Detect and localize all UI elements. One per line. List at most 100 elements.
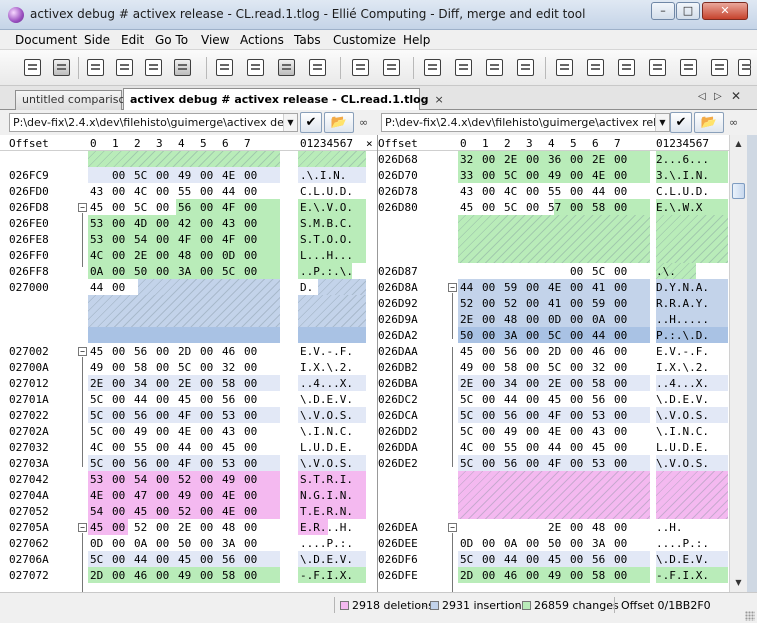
merge-right-icon[interactable]	[583, 55, 607, 79]
previous-difference-icon[interactable]	[348, 55, 372, 79]
hex-row[interactable]: 027000 44 00 D.	[0, 279, 377, 295]
hex-row[interactable]	[378, 231, 729, 247]
save-icon[interactable]	[212, 55, 236, 79]
hex-row[interactable]: 027042 53 00 54 00 52 00 49 00 S.T.R.I.	[0, 471, 377, 487]
report-icon[interactable]	[707, 55, 731, 79]
copy-block-right-icon[interactable]	[513, 55, 537, 79]
chevron-down-icon[interactable]: ▼	[655, 114, 669, 131]
scrollbar-thumb[interactable]	[732, 183, 745, 199]
copy-block-left-icon[interactable]	[482, 55, 506, 79]
tab-untitled-comparison[interactable]: untitled comparison	[15, 90, 132, 110]
hex-row[interactable]: 026D92 52 00 52 00 41 00 59 00 R.R.A.Y.	[378, 295, 729, 311]
hex-row[interactable]	[378, 215, 729, 231]
hex-row[interactable]: 026FE8 53 00 54 00 4F 00 4F 00 S.T.O.O.	[0, 231, 377, 247]
scroll-down-icon[interactable]: ▼	[731, 575, 746, 590]
resize-grip-icon[interactable]	[745, 611, 755, 621]
hex-row[interactable]: 026DBA 2E 00 34 00 2E 00 58 00 ..4...X.	[378, 375, 729, 391]
close-pane-icon[interactable]: ×	[366, 137, 373, 150]
tab-scroll-left-icon[interactable]: ◁	[698, 91, 706, 102]
menu-document[interactable]: Document	[15, 33, 77, 47]
hex-row[interactable]: 026DF6 5C 00 44 00 45 00 56 00 \.D.E.V.	[378, 551, 729, 567]
hex-row[interactable]: 02701A 5C 00 44 00 45 00 56 00 \.D.E.V.	[0, 391, 377, 407]
right-accept-icon[interactable]: ✔	[670, 112, 692, 133]
hex-row[interactable]: 026DA2 50 00 3A 00 5C 00 44 00 P.:.\.D.	[378, 327, 729, 343]
hex-row[interactable]: 026DD2 5C 00 49 00 4E 00 43 00 \.I.N.C.	[378, 423, 729, 439]
merge-left-icon[interactable]	[552, 55, 576, 79]
menu-help[interactable]: Help	[403, 33, 430, 47]
menu-customize[interactable]: Customize	[333, 33, 396, 47]
minimize-button[interactable]: –	[651, 2, 675, 20]
left-glasses-icon[interactable]: ∞	[359, 116, 368, 129]
left-accept-icon[interactable]: ✔	[300, 112, 322, 133]
hex-row[interactable]: 026FF8 0A 00 50 00 3A 00 5C 00 ..P.:.\.	[0, 263, 377, 279]
image-view-icon[interactable]	[112, 55, 136, 79]
hex-row[interactable]	[378, 247, 729, 263]
hex-row[interactable]: 027052 54 00 45 00 52 00 4E 00 T.E.R.N.	[0, 503, 377, 519]
hex-row[interactable]: 026DC2 5C 00 44 00 45 00 56 00 \.D.E.V.	[378, 391, 729, 407]
hex-row[interactable]	[0, 311, 377, 327]
hex-row[interactable]: 02702A 5C 00 49 00 4E 00 43 00 \.I.N.C.	[0, 423, 377, 439]
copy-right-icon[interactable]	[451, 55, 475, 79]
maximize-button[interactable]: □	[676, 2, 700, 20]
tab-activex-comparison[interactable]: activex debug # activex release - CL.rea…	[123, 88, 444, 111]
hex-row[interactable]: 026FE0 53 00 4D 00 42 00 43 00 S.M.B.C.	[0, 215, 377, 231]
hex-row[interactable]: 026D8A 44 00 59 00 4E 00 41 00 D.Y.N.A.	[378, 279, 729, 295]
merge-conflict-icon[interactable]	[645, 55, 669, 79]
hex-row[interactable]: 02706A 5C 00 44 00 45 00 56 00 \.D.E.V.	[0, 551, 377, 567]
left-open-folder-icon[interactable]: 📂	[324, 112, 354, 133]
tab-close-icon[interactable]: ×	[435, 93, 444, 106]
hex-row[interactable]: 026DCA 5C 00 56 00 4F 00 53 00 \.V.O.S.	[378, 407, 729, 423]
hex-row[interactable]: 02705A 45 00 52 00 2E 00 48 00 E.R...H.	[0, 519, 377, 535]
hex-row[interactable]: 026FD0 43 00 4C 00 55 00 44 00 C.L.U.D.	[0, 183, 377, 199]
merge-both-icon[interactable]	[614, 55, 638, 79]
hex-row[interactable]: 02700A 49 00 58 00 5C 00 32 00 I.X.\.2.	[0, 359, 377, 375]
hex-row[interactable]	[0, 295, 377, 311]
hex-row[interactable]: 026DEA 2E 00 48 00 ..H.	[378, 519, 729, 535]
hex-row[interactable]: 026FC9 00 5C 00 49 00 4E 00 .\.I.N.	[0, 167, 377, 183]
hex-row[interactable]: 027012 2E 00 34 00 2E 00 58 00 ..4...X.	[0, 375, 377, 391]
compare-icon[interactable]	[20, 55, 44, 79]
text-view-icon[interactable]	[83, 55, 107, 79]
folder-view-icon[interactable]	[170, 55, 194, 79]
hex-row[interactable]: 027062 0D 00 0A 00 50 00 3A 00 ....P.:.	[0, 535, 377, 551]
hex-row[interactable]: 026DB2 49 00 58 00 5C 00 32 00 I.X.\.2.	[378, 359, 729, 375]
hex-row[interactable]: 026DFE 2D 00 46 00 49 00 58 00 -.F.I.X.	[378, 567, 729, 583]
hex-row[interactable]: 02703A 5C 00 56 00 4F 00 53 00 \.V.O.S.	[0, 455, 377, 471]
hex-row[interactable]: 026D68 32 00 2E 00 36 00 2E 00 2...6...	[378, 151, 729, 167]
hex-row[interactable]: 026D9A 2E 00 48 00 0D 00 0A 00 ..H.....	[378, 311, 729, 327]
reload-icon[interactable]	[274, 55, 298, 79]
more-tools-icon[interactable]	[734, 55, 754, 79]
hex-row[interactable]: 026DAA 45 00 56 00 2D 00 46 00 E.V.-.F.	[378, 343, 729, 359]
close-button[interactable]: ✕	[702, 2, 748, 20]
hex-row[interactable]: 027072 2D 00 46 00 49 00 58 00 -.F.I.X.	[0, 567, 377, 583]
left-path-combo[interactable]: P:\dev-fix\2.4.x\dev\filehisto\guimerge\…	[9, 113, 298, 132]
menu-actions[interactable]: Actions	[240, 33, 284, 47]
left-hex-pane[interactable]: Offset 0 1 2 3 4 5 6 7 01234567 × − − − …	[0, 135, 377, 592]
binary-view-icon[interactable]	[141, 55, 165, 79]
hex-row[interactable]: 026FD8 45 00 5C 00 56 00 4F 00 E.\.V.O.	[0, 199, 377, 215]
menu-tabs[interactable]: Tabs	[294, 33, 321, 47]
hex-row[interactable]: 027002 45 00 56 00 2D 00 46 00 E.V.-.F.	[0, 343, 377, 359]
chevron-down-icon[interactable]: ▼	[283, 114, 297, 131]
hex-row[interactable]	[378, 487, 729, 503]
menu-go-to[interactable]: Go To	[155, 33, 188, 47]
vertical-scrollbar[interactable]: ▲ ▼	[729, 135, 747, 592]
wizard-icon[interactable]	[49, 55, 73, 79]
hex-row[interactable]: 026FF0 4C 00 2E 00 48 00 0D 00 L...H...	[0, 247, 377, 263]
hex-row[interactable]	[0, 151, 377, 167]
copy-left-icon[interactable]	[420, 55, 444, 79]
hex-row[interactable]: 026D80 45 00 5C 00 57 00 58 00 E.\.W.X	[378, 199, 729, 215]
right-open-folder-icon[interactable]: 📂	[694, 112, 724, 133]
hex-row[interactable]: 027032 4C 00 55 00 44 00 45 00 L.U.D.E.	[0, 439, 377, 455]
hex-row[interactable]: 026DDA 4C 00 55 00 44 00 45 00 L.U.D.E.	[378, 439, 729, 455]
hex-row[interactable]: 026DEE 0D 00 0A 00 50 00 3A 00 ....P.:.	[378, 535, 729, 551]
menu-edit[interactable]: Edit	[121, 33, 144, 47]
close-tab-icon[interactable]: ✕	[731, 89, 741, 103]
menu-side[interactable]: Side	[84, 33, 110, 47]
hex-row[interactable]	[0, 327, 377, 343]
next-difference-icon[interactable]	[379, 55, 403, 79]
hex-row[interactable]: 027022 5C 00 56 00 4F 00 53 00 \.V.O.S.	[0, 407, 377, 423]
right-hex-pane[interactable]: Offset 0 1 2 3 4 5 6 7 01234567 − − 026D…	[378, 135, 729, 592]
hex-row[interactable]: 026DE2 5C 00 56 00 4F 00 53 00 \.V.O.S.	[378, 455, 729, 471]
hex-row[interactable]: 02704A 4E 00 47 00 49 00 4E 00 N.G.I.N.	[0, 487, 377, 503]
